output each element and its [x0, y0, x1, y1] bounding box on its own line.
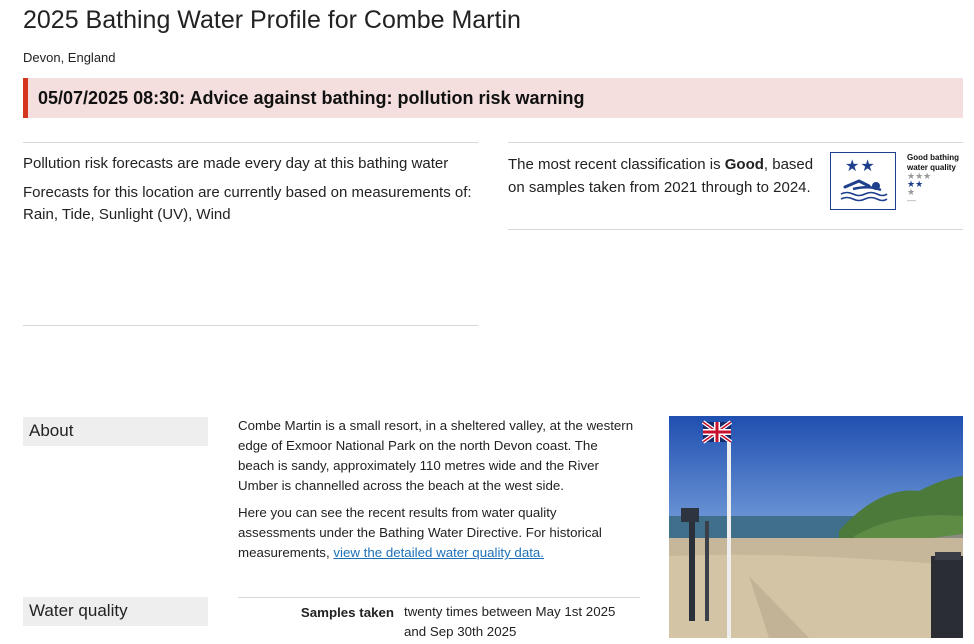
- classification-prefix: The most recent classification is: [508, 156, 725, 173]
- location-subtitle: Devon, England: [23, 50, 116, 65]
- page-title: 2025 Bathing Water Profile for Combe Mar…: [23, 6, 521, 34]
- about-results-text: Here you can see the recent results from…: [238, 503, 634, 563]
- samples-row: Samples taken twenty times between May 1…: [238, 597, 640, 642]
- legend-row-good: ★★: [907, 179, 924, 190]
- warning-text: 05/07/2025 08:30: Advice against bathing…: [38, 87, 585, 108]
- classification-grade: Good: [724, 156, 764, 173]
- good-quality-swimmer-icon: ★★: [830, 152, 896, 210]
- classification-text: The most recent classification is Good, …: [508, 153, 824, 200]
- about-section: Combe Martin is a small resort, in a she…: [238, 416, 634, 570]
- samples-label: Samples taken: [300, 605, 394, 620]
- classification-panel: The most recent classification is Good, …: [508, 142, 963, 230]
- pollution-warning-banner: 05/07/2025 08:30: Advice against bathing…: [23, 78, 963, 118]
- legend-row-poor: —: [907, 195, 916, 206]
- legend-row-sufficient: ★: [907, 187, 916, 198]
- forecast-line-2: Forecasts for this location are currentl…: [23, 183, 472, 201]
- beach-scene-image: [669, 416, 963, 638]
- section-label-water-quality: Water quality: [23, 597, 208, 626]
- beach-photo: [669, 416, 963, 638]
- forecast-panel: Pollution risk forecasts are made every …: [23, 142, 478, 326]
- swimmer-icon: [840, 179, 888, 202]
- detailed-data-link[interactable]: view the detailed water quality data.: [333, 545, 544, 560]
- about-description: Combe Martin is a small resort, in a she…: [238, 418, 634, 493]
- samples-value: twenty times between May 1st 2025 and Se…: [404, 604, 616, 639]
- legend-title: Good bathing water quality: [907, 153, 959, 172]
- forecast-measurements: Rain, Tide, Sunlight (UV), Wind: [23, 206, 231, 223]
- forecast-line-1: Pollution risk forecasts are made every …: [23, 155, 449, 172]
- quality-legend: Good bathing water quality ★★★ ★★ ★ —: [907, 153, 967, 206]
- section-label-about: About: [23, 417, 208, 446]
